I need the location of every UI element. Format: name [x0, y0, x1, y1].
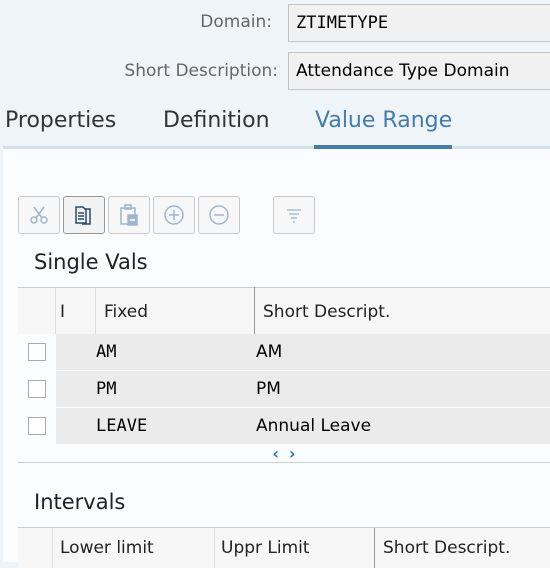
- single-vals-table: I Fixed Short Descript. AM AM PM PM LEAV…: [18, 287, 550, 465]
- column-header-select: [18, 528, 52, 568]
- short-descript-cell[interactable]: AM: [256, 334, 282, 370]
- scroll-left-icon[interactable]: ‹: [272, 444, 279, 463]
- fixed-value-cell[interactable]: PM: [96, 371, 116, 407]
- intervals-table: Lower limit Uppr Limit Short Descript.: [18, 527, 550, 568]
- column-header-select: [18, 288, 56, 335]
- tab-definition[interactable]: Definition: [163, 108, 270, 133]
- column-header-i[interactable]: I: [56, 288, 96, 335]
- table-row[interactable]: AM AM: [18, 334, 550, 371]
- paste-button[interactable]: [108, 196, 150, 234]
- column-header-short-descript[interactable]: Short Descript.: [255, 288, 550, 335]
- paste-icon: [120, 204, 138, 226]
- row-select-checkbox[interactable]: [28, 417, 46, 435]
- column-header-upper-limit[interactable]: Uppr Limit: [214, 528, 374, 568]
- fixed-value-cell[interactable]: AM: [96, 334, 116, 370]
- domain-field[interactable]: ZTIMETYPE: [288, 4, 550, 42]
- filter-icon: [287, 209, 301, 223]
- table-row[interactable]: PM PM: [18, 371, 550, 408]
- minus-circle-icon: [209, 205, 229, 225]
- short-description-label: Short Description:: [124, 61, 278, 81]
- scroll-right-icon[interactable]: ›: [289, 444, 296, 463]
- row-select-checkbox[interactable]: [28, 380, 46, 398]
- column-header-fixed[interactable]: Fixed: [96, 288, 254, 335]
- short-descript-cell[interactable]: PM: [256, 371, 281, 407]
- single-vals-header: I Fixed Short Descript.: [18, 287, 550, 335]
- scissors-icon: [30, 206, 48, 224]
- copy-button[interactable]: [63, 196, 105, 234]
- intervals-title: Intervals: [34, 490, 126, 514]
- delete-row-button[interactable]: [198, 196, 240, 234]
- column-header-lower-limit[interactable]: Lower limit: [52, 528, 222, 568]
- tab-properties[interactable]: Properties: [5, 108, 116, 133]
- tab-value-range[interactable]: Value Range: [315, 108, 452, 133]
- insert-row-button[interactable]: [153, 196, 195, 234]
- plus-circle-icon: [164, 205, 184, 225]
- row-select-checkbox[interactable]: [28, 343, 46, 361]
- domain-label: Domain:: [200, 12, 272, 32]
- column-header-short-descript[interactable]: Short Descript.: [374, 528, 550, 568]
- tab-strip: Properties Definition Value Range: [0, 100, 550, 150]
- horizontal-scroll-bar[interactable]: ‹ ›: [18, 444, 550, 463]
- table-row[interactable]: LEAVE Annual Leave: [18, 408, 550, 445]
- filter-button[interactable]: [273, 196, 315, 234]
- cut-button[interactable]: [18, 196, 60, 234]
- short-descript-cell[interactable]: Annual Leave: [256, 408, 371, 444]
- short-description-field[interactable]: Attendance Type Domain: [288, 52, 550, 90]
- copy-icon: [75, 206, 91, 225]
- single-vals-title: Single Vals: [34, 250, 148, 274]
- fixed-value-cell[interactable]: LEAVE: [96, 408, 147, 444]
